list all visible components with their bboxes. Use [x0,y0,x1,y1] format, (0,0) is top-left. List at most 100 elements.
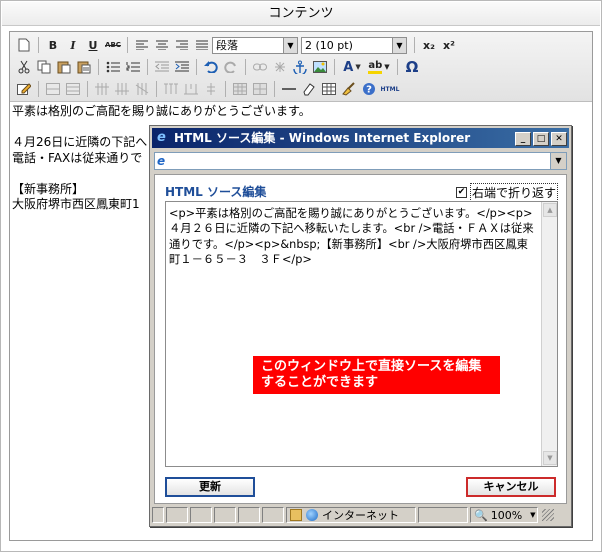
font-size-select[interactable]: 2 (10 pt) ▼ [301,36,407,54]
table-cell-props-icon[interactable] [201,79,221,99]
toolbar-separator [147,59,148,75]
status-cell [190,507,212,523]
svg-text:?: ? [366,85,372,96]
numbered-list-icon[interactable] [123,57,143,77]
horizontal-rule-icon[interactable] [279,79,299,99]
editor-panel: コンテンツ B I U ABC 段落 ▼ 2 (10 pt) ▼ x₂ x² A… [0,0,602,552]
toolbar-separator [98,59,99,75]
close-button[interactable]: ✕ [551,132,567,146]
maximize-button[interactable]: □ [533,132,549,146]
source-editor-panel: HTML ソース編集 ✔ 右端で折り返す <p>平素は格別のご高配を賜り誠にあり… [154,174,567,504]
toolbar-separator [225,81,226,97]
vertical-scrollbar[interactable]: ▲ ▼ [541,202,557,466]
toolbar-separator [334,59,335,75]
unlink-icon[interactable] [270,57,290,77]
toolbar-separator [274,81,275,97]
source-text: <p>平素は格別のご高配を賜り誠にありがとうございます。</p><p>４月２６日… [169,207,534,266]
font-color-button[interactable]: A ▼ [339,57,365,77]
copy-icon[interactable] [34,57,54,77]
align-justify-icon[interactable] [192,35,212,55]
protected-mode-icon [290,509,302,521]
toolbar-separator [245,59,246,75]
table-col-after-icon[interactable] [112,79,132,99]
zone-label: インターネット [322,509,399,522]
word-wrap-option[interactable]: ✔ 右端で折り返す [455,183,558,202]
content-line: ４月26日に近隣の下記へ [12,135,148,149]
content-line: 【新事務所】 [12,181,85,196]
security-zone[interactable]: インターネット [286,507,416,523]
word-wrap-checkbox[interactable]: ✔ [455,187,467,198]
content-line: 平素は格別のご高配を賜り誠にありがとうございます。 [12,104,311,118]
underline-button[interactable]: U [83,35,103,55]
table-delete-col-icon[interactable] [132,79,152,99]
align-center-icon[interactable] [152,35,172,55]
toolbar-separator [414,37,415,53]
cancel-button[interactable]: キャンセル [466,477,556,497]
toolbar-separator [156,81,157,97]
superscript-button[interactable]: x² [439,35,459,55]
help-icon[interactable]: ? [359,79,379,99]
toolbar-separator [397,59,398,75]
status-bar: インターネット 🔍 100% ▼ [152,506,569,524]
paragraph-format-select[interactable]: 段落 ▼ [212,36,298,54]
cleanup-broom-icon[interactable] [339,79,359,99]
edit-icon[interactable] [14,79,34,99]
bullet-list-icon[interactable] [103,57,123,77]
cut-icon[interactable] [14,57,34,77]
paste-icon[interactable] [54,57,74,77]
html-source-button[interactable]: HTML [379,79,401,99]
scroll-up-icon[interactable]: ▲ [543,203,557,217]
chevron-down-icon: ▼ [530,511,536,519]
content-line [12,166,162,182]
table-props-icon[interactable] [230,79,250,99]
table-row-props-icon[interactable] [250,79,270,99]
update-button[interactable]: 更新 [165,477,255,497]
content-line: 電話・FAXは従来通りで [12,150,143,165]
new-document-icon[interactable] [14,35,34,55]
word-wrap-label: 右端で折り返す [469,183,558,202]
strikethrough-button[interactable]: ABC [103,35,123,55]
undo-icon[interactable] [201,57,221,77]
redo-icon[interactable] [221,57,241,77]
link-icon[interactable] [250,57,270,77]
font-size-value: 2 (10 pt) [305,38,353,52]
status-cell [152,507,164,523]
status-cell [418,507,468,523]
minimize-button[interactable]: _ [515,132,531,146]
image-icon[interactable] [310,57,330,77]
source-textarea[interactable]: <p>平素は格別のご高配を賜り誠にありがとうございます。</p><p>４月２６日… [165,201,558,467]
resize-grip-icon[interactable] [542,509,554,521]
indent-icon[interactable] [172,57,192,77]
table-insert-row-icon[interactable] [43,79,63,99]
chevron-down-icon[interactable]: ▼ [550,153,566,169]
table-col-before-icon[interactable] [92,79,112,99]
table-icon[interactable] [319,79,339,99]
align-left-icon[interactable] [132,35,152,55]
highlight-label: ab [368,60,383,74]
status-cell [238,507,260,523]
eraser-icon[interactable] [299,79,319,99]
table-merge-icon[interactable] [181,79,201,99]
italic-button[interactable]: I [63,35,83,55]
zoom-control[interactable]: 🔍 100% ▼ [470,507,538,523]
status-cell [214,507,236,523]
window-title-bar[interactable]: e HTML ソース編集 - Windows Internet Explorer… [152,128,569,148]
scroll-down-icon[interactable]: ▼ [543,451,557,465]
toolbar-separator [196,59,197,75]
bold-button[interactable]: B [43,35,63,55]
status-cell [262,507,284,523]
paste-text-icon[interactable] [74,57,94,77]
align-right-icon[interactable] [172,35,192,55]
address-bar[interactable]: e ▼ [154,152,567,170]
outdent-icon[interactable] [152,57,172,77]
table-delete-row-icon[interactable] [63,79,83,99]
table-split-icon[interactable] [161,79,181,99]
chevron-down-icon: ▼ [392,37,406,53]
anchor-icon[interactable] [290,57,310,77]
paragraph-format-value: 段落 [216,38,238,52]
subscript-button[interactable]: x₂ [419,35,439,55]
highlight-color-button[interactable]: ab ▼ [365,57,393,77]
special-character-button[interactable]: Ω [402,57,422,77]
font-color-label: A [343,59,354,75]
zoom-value: 100% [490,508,523,522]
